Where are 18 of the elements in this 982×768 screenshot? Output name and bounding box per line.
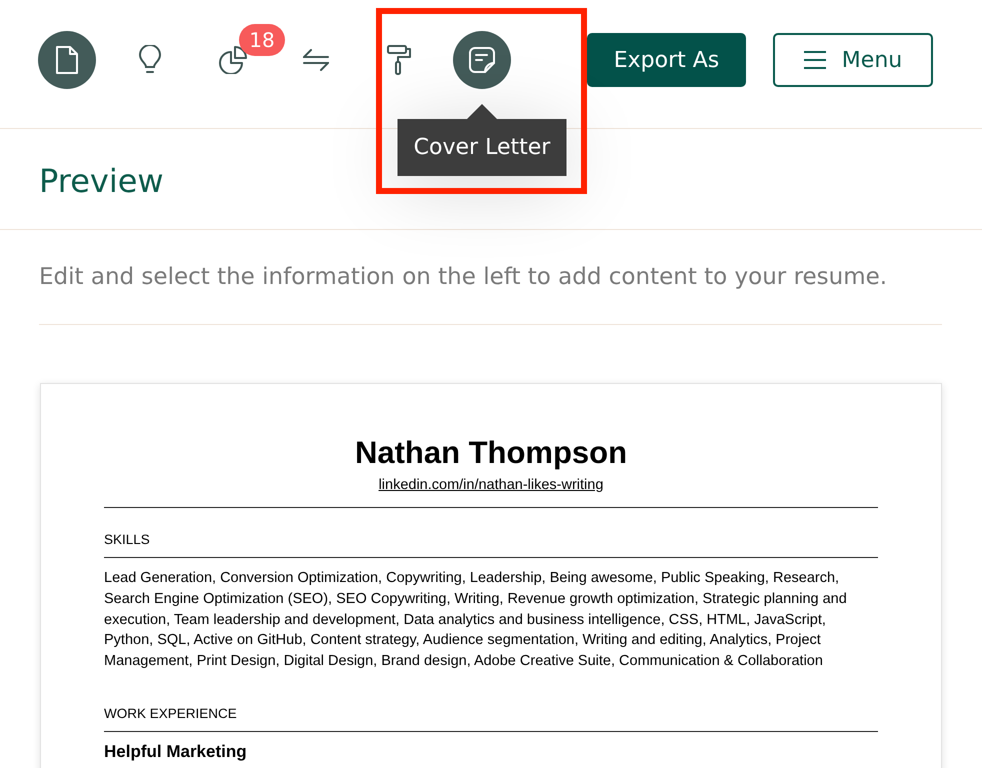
pie-chart-icon xyxy=(219,46,247,74)
skills-text: Lead Generation, Conversion Optimization, Copywriting, Leadership, Being awesome, Public Speaking, Research, Search Engine Optimization (SEO), SEO Copywriting, Writing, Revenue growth optimization, Strategic planning and execution, Team leadership and development, Data analytics and business intelligence, CSS, HTML, JavaScript, Python, SQL, Active on GitHub, Content strategy, Audience segmentation, Writing and editing, Analytics, Project Management, Print Design, Digital Design, Brand design, Adobe Creative Suite, Communication & Collaboration xyxy=(104,569,848,672)
resume-name: Nathan Thompson xyxy=(354,434,628,472)
menu-icon xyxy=(804,51,826,69)
company-name: Helpful Marketing xyxy=(104,742,247,761)
preview-title: Preview xyxy=(39,162,164,200)
count-badge: 18 xyxy=(239,24,285,56)
hint-text: Edit and select the information on the left to add content to your resume. xyxy=(39,264,888,290)
document-icon xyxy=(56,46,78,74)
profile-link[interactable]: linkedin.com/in/nathan-likes-writing xyxy=(378,477,604,493)
paint-roller-icon xyxy=(387,45,411,75)
lightbulb-icon xyxy=(139,45,161,75)
section-heading: SKILLS xyxy=(104,532,150,547)
menu-button[interactable]: Menu xyxy=(773,33,933,87)
note-icon xyxy=(469,47,495,73)
export-button[interactable]: Export As xyxy=(587,33,746,87)
tooltip: Cover Letter xyxy=(398,104,566,176)
section-heading: WORK EXPERIENCE xyxy=(104,706,237,721)
